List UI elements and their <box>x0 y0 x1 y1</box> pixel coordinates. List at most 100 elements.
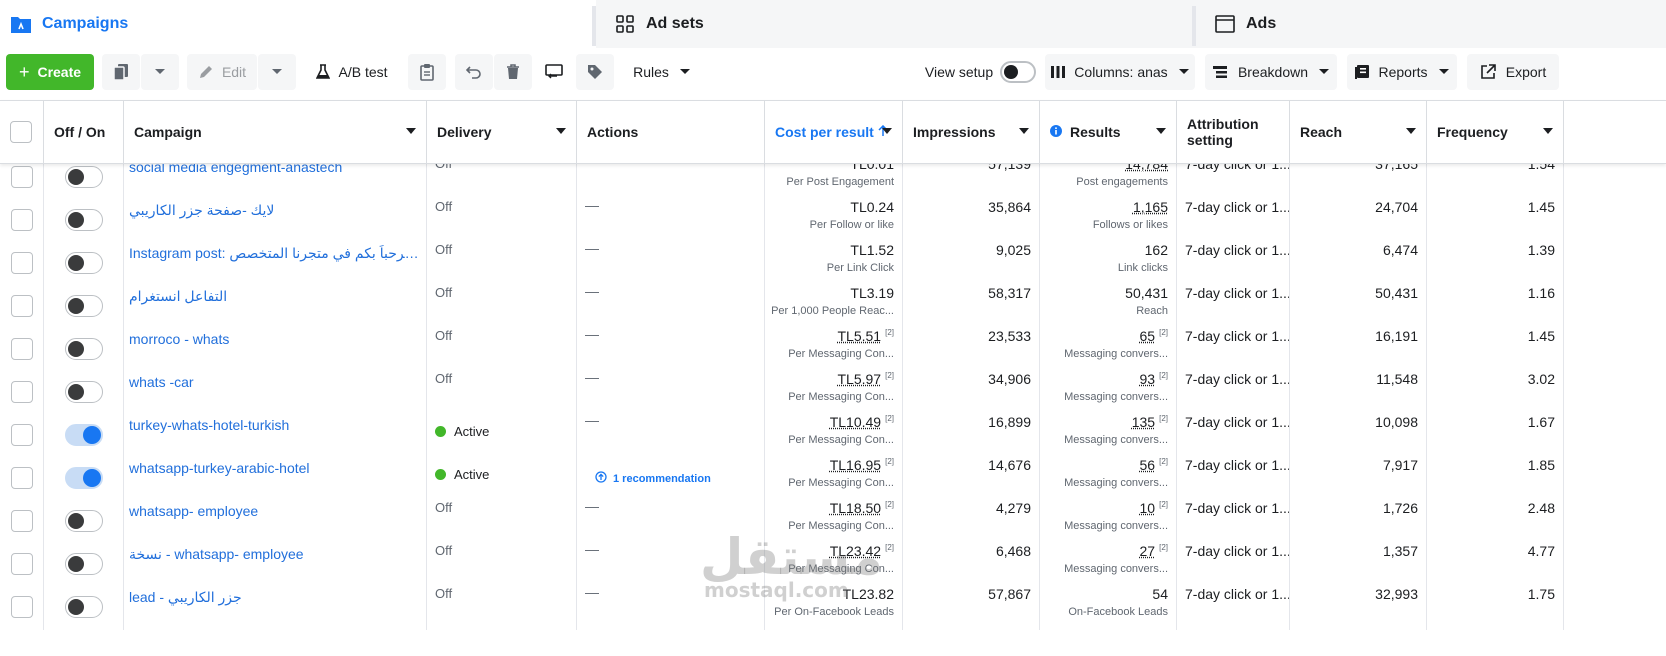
results-number: 162 <box>1144 242 1168 258</box>
campaign-on-off-toggle[interactable] <box>64 338 103 360</box>
campaign-name-link[interactable]: التفاعل انستغرام <box>129 288 422 305</box>
reach-cell: 32,993 <box>1290 584 1427 630</box>
campaign-name-link[interactable]: turkey-whats-hotel-turkish <box>129 417 422 433</box>
col-attribution-setting[interactable]: Attribution setting <box>1177 101 1290 163</box>
create-button[interactable]: + Create <box>6 54 94 90</box>
row-checkbox[interactable] <box>10 424 33 446</box>
duplicate-dropdown[interactable] <box>141 54 179 90</box>
cost-value: TL1.52 <box>850 242 894 258</box>
campaign-on-off-toggle[interactable] <box>64 424 103 446</box>
row-checkbox[interactable] <box>10 166 33 188</box>
preview-button[interactable] <box>535 54 573 90</box>
row-checkbox[interactable] <box>10 252 33 274</box>
impressions-cell: 57,139 <box>903 164 1040 200</box>
delivery-cell: Off <box>427 541 577 587</box>
row-checkbox[interactable] <box>10 295 33 317</box>
tag-button[interactable] <box>576 54 614 90</box>
footnote-marker[interactable]: [2] <box>885 457 894 466</box>
actions-empty: — <box>585 240 599 256</box>
select-all-checkbox[interactable] <box>10 121 32 143</box>
campaign-on-off-toggle[interactable] <box>64 553 103 575</box>
reports-dropdown[interactable]: Reports <box>1347 54 1457 90</box>
row-checkbox[interactable] <box>10 596 33 618</box>
impressions-value: 4,279 <box>995 500 1031 516</box>
tab-campaigns[interactable]: Campaigns <box>0 0 596 48</box>
col-delivery-label: Delivery <box>437 124 492 140</box>
campaign-name-link[interactable]: Instagram post: مرحباً بكم في متجرنا الم… <box>129 245 422 262</box>
col-results[interactable]: Results <box>1040 101 1177 163</box>
edit-button[interactable]: Edit <box>187 54 257 90</box>
row-checkbox[interactable] <box>10 467 33 489</box>
col-frequency[interactable]: Frequency <box>1427 101 1564 163</box>
row-checkbox[interactable] <box>10 510 33 532</box>
caret-down-icon <box>1019 128 1029 134</box>
cost-per-result-cell: TL23.42 [2] Per Messaging Con... <box>765 541 903 587</box>
campaign-name-link[interactable]: لايك -صفحة جزر الكاريبي <box>129 202 422 219</box>
undo-button[interactable] <box>455 54 493 90</box>
impressions-cell: 6,468 <box>903 541 1040 587</box>
campaign-on-off-toggle[interactable] <box>64 252 103 274</box>
footnote-marker[interactable]: [2] <box>885 328 894 337</box>
campaign-name-link[interactable]: whats -car <box>129 374 422 390</box>
tab-ads[interactable]: Ads <box>1192 0 1666 48</box>
delete-button[interactable] <box>494 54 532 90</box>
impressions-value: 9,025 <box>995 242 1031 258</box>
col-cost-per-result[interactable]: Cost per result <box>765 101 903 163</box>
cost-per-result-label: Per 1,000 People Reac... <box>771 305 894 317</box>
row-checkbox[interactable] <box>10 209 33 231</box>
campaign-on-off-toggle[interactable] <box>64 166 103 188</box>
campaign-on-off-toggle[interactable] <box>64 510 103 532</box>
recommendation-link[interactable]: 1 recommendation <box>595 471 711 486</box>
campaign-on-off-toggle[interactable] <box>64 295 103 317</box>
export-button[interactable]: Export <box>1467 54 1559 90</box>
campaign-on-off-toggle[interactable] <box>64 209 103 231</box>
campaign-name-link[interactable]: whatsapp-turkey-arabic-hotel <box>129 460 422 476</box>
footnote-marker[interactable]: [2] <box>1159 371 1168 380</box>
tab-ad-sets[interactable]: Ad sets <box>592 0 1196 48</box>
campaign-on-off-toggle[interactable] <box>64 467 103 489</box>
duplicate-button[interactable] <box>102 54 140 90</box>
row-select-cell <box>0 498 44 544</box>
rules-dropdown[interactable]: Rules <box>624 54 700 90</box>
footnote-marker[interactable]: [2] <box>885 414 894 423</box>
breakdown-dropdown[interactable]: Breakdown <box>1205 54 1337 90</box>
view-setup-toggle[interactable] <box>1000 61 1036 83</box>
campaign-name-link[interactable]: whatsapp- employee <box>129 503 422 519</box>
row-checkbox[interactable] <box>10 338 33 360</box>
footnote-marker[interactable]: [2] <box>1159 328 1168 337</box>
actions-cell: 1 recommendation <box>577 455 765 501</box>
columns-dropdown[interactable]: Columns: anas <box>1045 54 1195 90</box>
footnote-marker[interactable]: [2] <box>1159 414 1168 423</box>
col-impressions[interactable]: Impressions <box>903 101 1040 163</box>
footnote-marker[interactable]: [2] <box>1159 457 1168 466</box>
toggle-knob <box>1004 65 1018 79</box>
campaign-on-off-toggle[interactable] <box>64 596 103 618</box>
reach-cell: 6,474 <box>1290 240 1427 286</box>
row-checkbox[interactable] <box>10 553 33 575</box>
footnote-marker[interactable]: [2] <box>1159 543 1168 552</box>
campaign-name-link[interactable]: social media engegment-anastech <box>129 164 422 175</box>
col-delivery[interactable]: Delivery <box>427 101 577 163</box>
caret-down-icon <box>1156 128 1166 134</box>
campaign-on-off-toggle[interactable] <box>64 381 103 403</box>
results-cell: 54 On-Facebook Leads <box>1040 584 1177 630</box>
actions-empty: — <box>585 541 599 557</box>
campaign-name-link[interactable]: نسخة - whatsapp- employee <box>129 546 422 563</box>
info-icon[interactable] <box>1050 124 1062 140</box>
campaign-name-link[interactable]: lead - جزر الكاريبي <box>129 589 422 606</box>
footnote-marker[interactable]: [2] <box>885 543 894 552</box>
col-campaign[interactable]: Campaign <box>124 101 427 163</box>
clipboard-button[interactable] <box>408 54 446 90</box>
grid-icon <box>614 13 636 35</box>
ab-test-button[interactable]: A/B test <box>306 54 398 90</box>
col-cost-per-result-label: Cost per result <box>775 124 874 140</box>
footnote-marker[interactable]: [2] <box>885 371 894 380</box>
row-checkbox[interactable] <box>10 381 33 403</box>
campaign-name-link[interactable]: morroco - whats <box>129 331 422 347</box>
col-reach[interactable]: Reach <box>1290 101 1427 163</box>
footnote-marker[interactable]: [2] <box>1159 500 1168 509</box>
edit-dropdown[interactable] <box>258 54 296 90</box>
caret-down-icon <box>154 68 166 76</box>
col-attribution-label-line2: setting <box>1187 132 1233 148</box>
footnote-marker[interactable]: [2] <box>885 500 894 509</box>
